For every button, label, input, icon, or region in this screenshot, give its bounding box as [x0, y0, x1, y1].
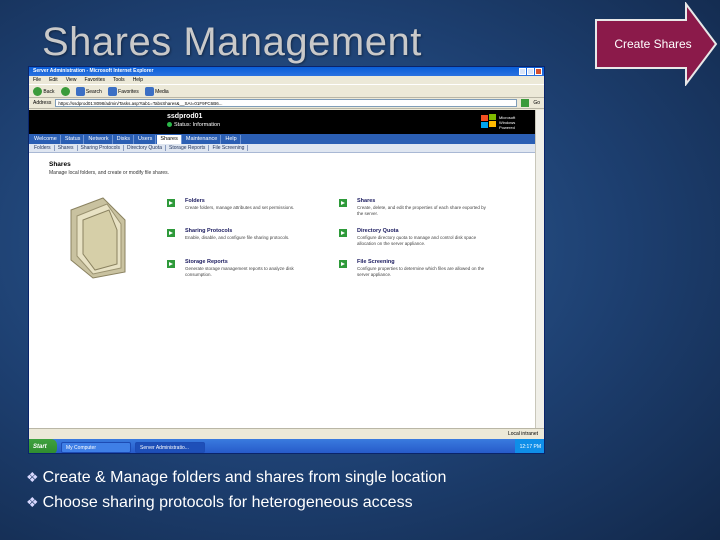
tab-disks[interactable]: Disks	[114, 134, 135, 144]
subnav-storage-reports[interactable]: Storage Reports	[166, 145, 210, 151]
go-button[interactable]: Go	[533, 100, 540, 106]
menu-tools[interactable]: Tools	[113, 77, 125, 83]
search-icon	[75, 86, 85, 96]
minimize-button[interactable]	[519, 68, 526, 75]
window-title: Server Administration - Microsoft Intern…	[33, 68, 154, 74]
address-label: Address	[33, 100, 52, 106]
window-titlebar: Server Administration - Microsoft Intern…	[29, 67, 544, 76]
subnav-file-screening[interactable]: File Screening	[209, 145, 249, 151]
back-button[interactable]: Back	[33, 86, 55, 96]
main-nav-tabs: Welcome Status Network Disks Users Share…	[29, 134, 537, 144]
bullet-item: ❖ Choose sharing protocols for heterogene…	[26, 494, 413, 511]
page-heading: Shares	[49, 161, 71, 168]
menu-file[interactable]: File	[33, 77, 41, 83]
bullet-item: ❖ Create & Manage folders and shares from…	[26, 469, 447, 486]
green-arrow-icon	[339, 260, 347, 268]
browser-status-bar: Local intranet	[29, 428, 544, 439]
green-arrow-icon	[339, 229, 347, 237]
media-button[interactable]: Media	[144, 86, 169, 96]
create-shares-callout: Create Shares	[594, 2, 718, 86]
windows-taskbar: Start My Computer Server Administratio..…	[29, 439, 544, 453]
star-icon	[107, 86, 117, 96]
web-page: ssdprod01 Status: Information Microsoft …	[29, 110, 537, 428]
security-zone: Local intranet	[507, 431, 538, 437]
slide-title: Shares Management	[42, 20, 422, 64]
tab-users[interactable]: Users	[135, 134, 157, 144]
subnav-sharing-protocols[interactable]: Sharing Protocols	[78, 145, 124, 151]
tab-status[interactable]: Status	[62, 134, 85, 144]
tab-welcome[interactable]: Welcome	[31, 134, 61, 144]
tab-help[interactable]: Help	[222, 134, 241, 144]
server-name: ssdprod01	[167, 113, 203, 120]
media-icon	[144, 86, 154, 96]
subnav-folders[interactable]: Folders	[31, 145, 55, 151]
server-status: Status: Information	[167, 122, 220, 128]
diamond-bullet-icon: ❖	[26, 494, 39, 510]
windows-powered-logo: Microsoft Windows Powered	[481, 112, 531, 132]
subnav-shares[interactable]: Shares	[55, 145, 78, 151]
status-icon	[167, 122, 172, 128]
page-description: Manage local folders, and create or modi…	[49, 170, 170, 176]
tab-network[interactable]: Network	[85, 134, 113, 144]
green-arrow-icon	[167, 229, 175, 237]
green-arrow-icon	[167, 199, 175, 207]
vertical-scrollbar[interactable]	[535, 110, 544, 428]
taskbar-server-admin[interactable]: Server Administratio...	[135, 441, 205, 453]
diamond-bullet-icon: ❖	[26, 469, 39, 485]
system-clock: 12:17 PM	[514, 439, 544, 453]
go-arrow-icon[interactable]	[521, 99, 530, 107]
menu-edit[interactable]: Edit	[49, 77, 58, 83]
start-button[interactable]: Start	[29, 439, 57, 453]
favorites-button[interactable]: Favorites	[107, 86, 139, 96]
forward-arrow-icon[interactable]	[60, 86, 70, 96]
menu-favorites[interactable]: Favorites	[84, 77, 105, 83]
address-bar: Address https://ssdprod01:8098/admin/Tas…	[29, 98, 544, 109]
sub-nav: Folders Shares Sharing Protocols Directo…	[29, 144, 537, 153]
search-button[interactable]: Search	[75, 86, 102, 96]
menu-help[interactable]: Help	[133, 77, 143, 83]
subnav-directory-quota[interactable]: Directory Quota	[124, 145, 167, 151]
taskbar-my-computer[interactable]: My Computer	[61, 441, 131, 453]
server-admin-screenshot: Server Administration - Microsoft Intern…	[28, 66, 545, 454]
address-input[interactable]: https://ssdprod01:8098/admin/Tasks.asp?t…	[55, 99, 518, 107]
green-arrow-icon	[167, 260, 175, 268]
browser-toolbar: Back Search Favorites Media	[29, 84, 544, 98]
back-arrow-icon	[33, 86, 42, 96]
menu-view[interactable]: View	[66, 77, 77, 83]
green-arrow-icon	[339, 199, 347, 207]
maximize-button[interactable]	[527, 68, 534, 75]
tab-maintenance[interactable]: Maintenance	[183, 134, 222, 144]
menu-bar: File Edit View Favorites Tools Help	[29, 76, 544, 84]
slide-bullets: ❖ Create & Manage folders and shares from…	[26, 466, 446, 516]
server-header: ssdprod01 Status: Information Microsoft …	[29, 110, 537, 134]
callout-label: Create Shares	[614, 37, 692, 51]
windows-flag-icon	[481, 114, 496, 128]
tab-shares[interactable]: Shares	[157, 134, 182, 144]
close-button[interactable]	[535, 68, 542, 75]
folder-icon	[70, 197, 126, 279]
